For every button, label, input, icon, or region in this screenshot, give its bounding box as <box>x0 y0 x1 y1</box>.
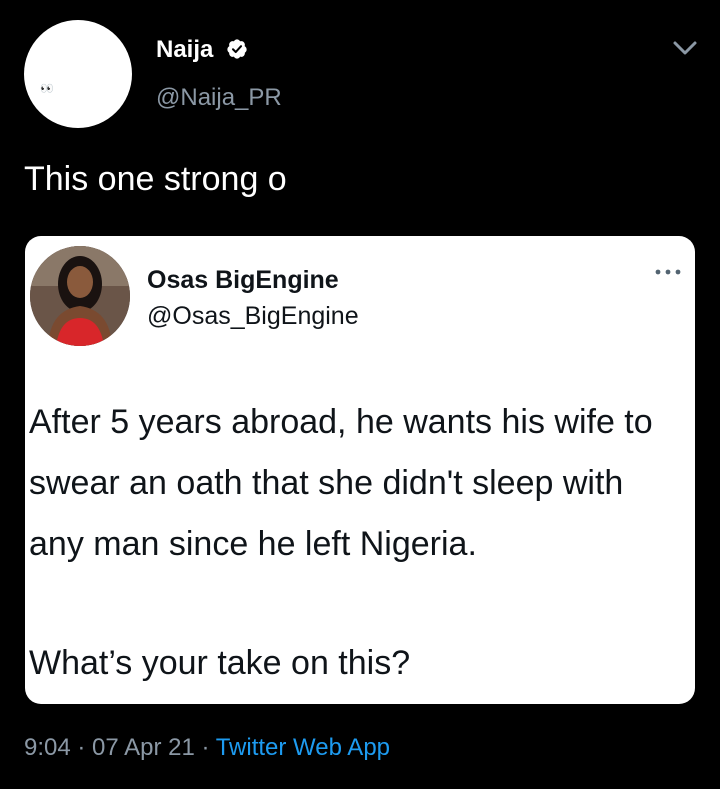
quoted-tweet-card[interactable]: Osas BigEngine @Osas_BigEngine After 5 y… <box>25 236 695 704</box>
avatar-emoji-icon: 👀 <box>40 83 54 95</box>
more-options-icon[interactable] <box>653 266 683 278</box>
author-handle[interactable]: @Naija_PR <box>156 84 282 112</box>
chevron-down-icon[interactable] <box>672 38 698 58</box>
meta-separator-2: · <box>194 734 216 761</box>
tweet-date[interactable]: 07 Apr 21 <box>92 734 195 761</box>
quoted-question: What’s your take on this? <box>29 644 411 682</box>
quoted-body: After 5 years abroad, he wants his wife … <box>29 403 653 563</box>
tweet-source[interactable]: Twitter Web App <box>216 734 390 761</box>
quoted-avatar-photo <box>30 246 130 346</box>
tweet-meta: 9:04 · 07 Apr 21 · Twitter Web App <box>24 734 390 762</box>
author-avatar[interactable] <box>24 20 132 128</box>
quoted-avatar[interactable] <box>30 246 130 346</box>
quoted-display-name[interactable]: Osas BigEngine <box>147 266 339 295</box>
verified-badge-icon <box>227 39 247 59</box>
tweet-text: This one strong o <box>24 160 287 198</box>
tweet-time[interactable]: 9:04 <box>24 734 71 761</box>
quoted-handle[interactable]: @Osas_BigEngine <box>147 302 359 331</box>
author-display-name[interactable]: Naija <box>156 36 213 64</box>
meta-separator: · <box>70 734 93 761</box>
